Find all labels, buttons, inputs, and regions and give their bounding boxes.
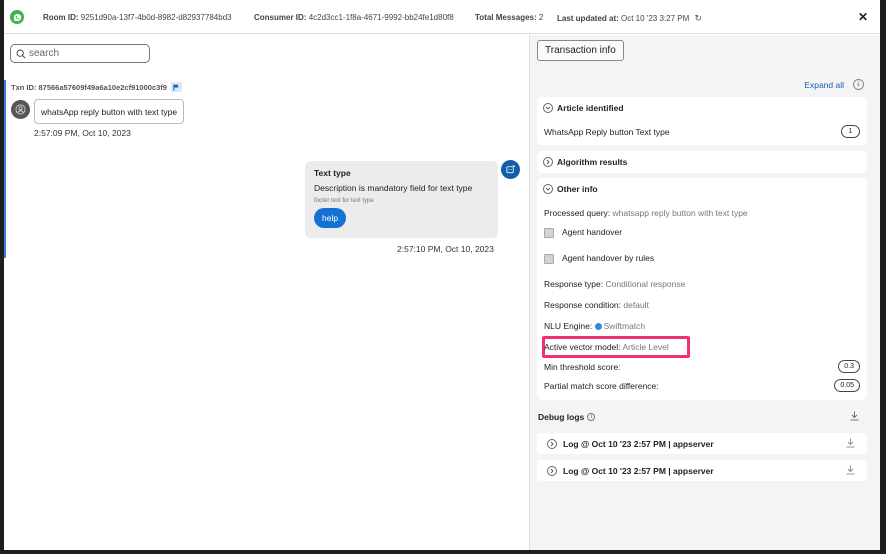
processed-query: Processed query: whatsapp reply button w…: [544, 208, 748, 218]
min-threshold-badge: 0.3: [838, 360, 860, 373]
article-identified-toggle[interactable]: Article identified: [543, 103, 624, 113]
refresh-icon[interactable]: ↻: [694, 13, 702, 24]
search-input[interactable]: [29, 48, 139, 59]
article-count-badge: 1: [841, 125, 860, 138]
active-vector-model: Active vector model: Article Level: [544, 342, 669, 352]
debug-log-item[interactable]: Log @ Oct 10 '23 2:57 PM | appserver: [537, 433, 867, 454]
response-type: Response type: Conditional response: [544, 279, 686, 289]
download-log-icon[interactable]: [846, 438, 855, 451]
download-log-icon[interactable]: [846, 465, 855, 478]
last-updated: Last updated at: Oct 10 '23 3:27 PM ↻: [557, 13, 703, 24]
bot-message-footer: footer text for text type: [314, 198, 374, 204]
agent-handover-by-rules: Agent handover by rules: [544, 253, 654, 264]
flag-icon[interactable]: [170, 82, 182, 92]
selected-transaction-indicator: [4, 80, 6, 258]
partial-match-badge: 0.05: [834, 379, 860, 392]
transaction-id: Txn ID: 87566a57609f49a6a10e2cf91000c3f9: [11, 82, 182, 92]
agent-handover-checkbox[interactable]: [544, 227, 554, 238]
bot-message-description: Description is mandatory field for text …: [314, 183, 473, 193]
download-all-logs-icon[interactable]: [850, 411, 859, 424]
room-id: Room ID: 9251d90a-13f7-4b0d-8982-d829377…: [43, 13, 232, 22]
chevron-down-icon: [543, 184, 553, 194]
whatsapp-icon: [10, 10, 24, 24]
help-reply-button[interactable]: help: [314, 208, 347, 228]
bot-message-title: Text type: [314, 168, 351, 178]
agent-handover: Agent handover: [544, 227, 622, 238]
header-bar: Room ID: 9251d90a-13f7-4b0d-8982-d829377…: [4, 0, 880, 34]
transaction-info-panel: Transaction info Expand all ⤓ Article id…: [529, 35, 880, 550]
bot-message: Text type Description is mandatory field…: [305, 161, 498, 238]
total-messages: Total Messages: 2: [475, 13, 544, 22]
transcript-window: Room ID: 9251d90a-13f7-4b0d-8982-d829377…: [4, 0, 880, 550]
chevron-right-icon: [543, 157, 553, 167]
other-info-section: Other info Processed query: whatsapp rep…: [537, 178, 867, 400]
algorithm-results-toggle[interactable]: Algorithm results: [543, 157, 627, 167]
partial-match-score: Partial match score difference:: [544, 381, 659, 391]
user-avatar-icon: [11, 100, 30, 119]
close-icon[interactable]: ✕: [858, 10, 868, 24]
search-icon: [16, 49, 26, 59]
swiftmatch-icon: [594, 323, 602, 330]
chevron-right-icon: [547, 465, 557, 476]
debug-log-item[interactable]: Log @ Oct 10 '23 2:57 PM | appserver: [537, 460, 867, 481]
min-threshold-score: Min threshold score:: [544, 362, 621, 372]
chat-pane: Txn ID: 87566a57609f49a6a10e2cf91000c3f9…: [4, 35, 529, 550]
algorithm-results-section: Algorithm results: [537, 151, 867, 173]
transaction-info-button[interactable]: Transaction info: [537, 40, 624, 61]
user-message: whatsApp reply button with text type: [34, 99, 185, 124]
expand-all-icon[interactable]: ⤓: [853, 79, 864, 90]
article-name: WhatsApp Reply button Text type: [544, 127, 670, 137]
nlu-engine: NLU Engine: Swiftmatch: [544, 321, 646, 331]
bot-avatar-icon: [501, 160, 520, 179]
chevron-down-icon: [543, 103, 553, 113]
user-message-timestamp: 2:57:09 PM, Oct 10, 2023: [34, 128, 131, 138]
agent-handover-by-rules-checkbox[interactable]: [544, 253, 554, 264]
response-condition: Response condition: default: [544, 300, 649, 310]
search-field[interactable]: [10, 44, 150, 63]
consumer-id: Consumer ID: 4c2d3cc1-1f8a-4671-9992-bb2…: [254, 13, 454, 22]
debug-logs-title: Debug logs i: [538, 412, 596, 422]
other-info-toggle[interactable]: Other info: [543, 184, 598, 194]
info-icon[interactable]: i: [587, 413, 596, 421]
expand-all-link[interactable]: Expand all: [804, 80, 844, 90]
chevron-right-icon: [547, 438, 557, 449]
bot-message-timestamp: 2:57:10 PM, Oct 10, 2023: [397, 244, 494, 254]
article-identified-section: Article identified WhatsApp Reply button…: [537, 97, 867, 145]
